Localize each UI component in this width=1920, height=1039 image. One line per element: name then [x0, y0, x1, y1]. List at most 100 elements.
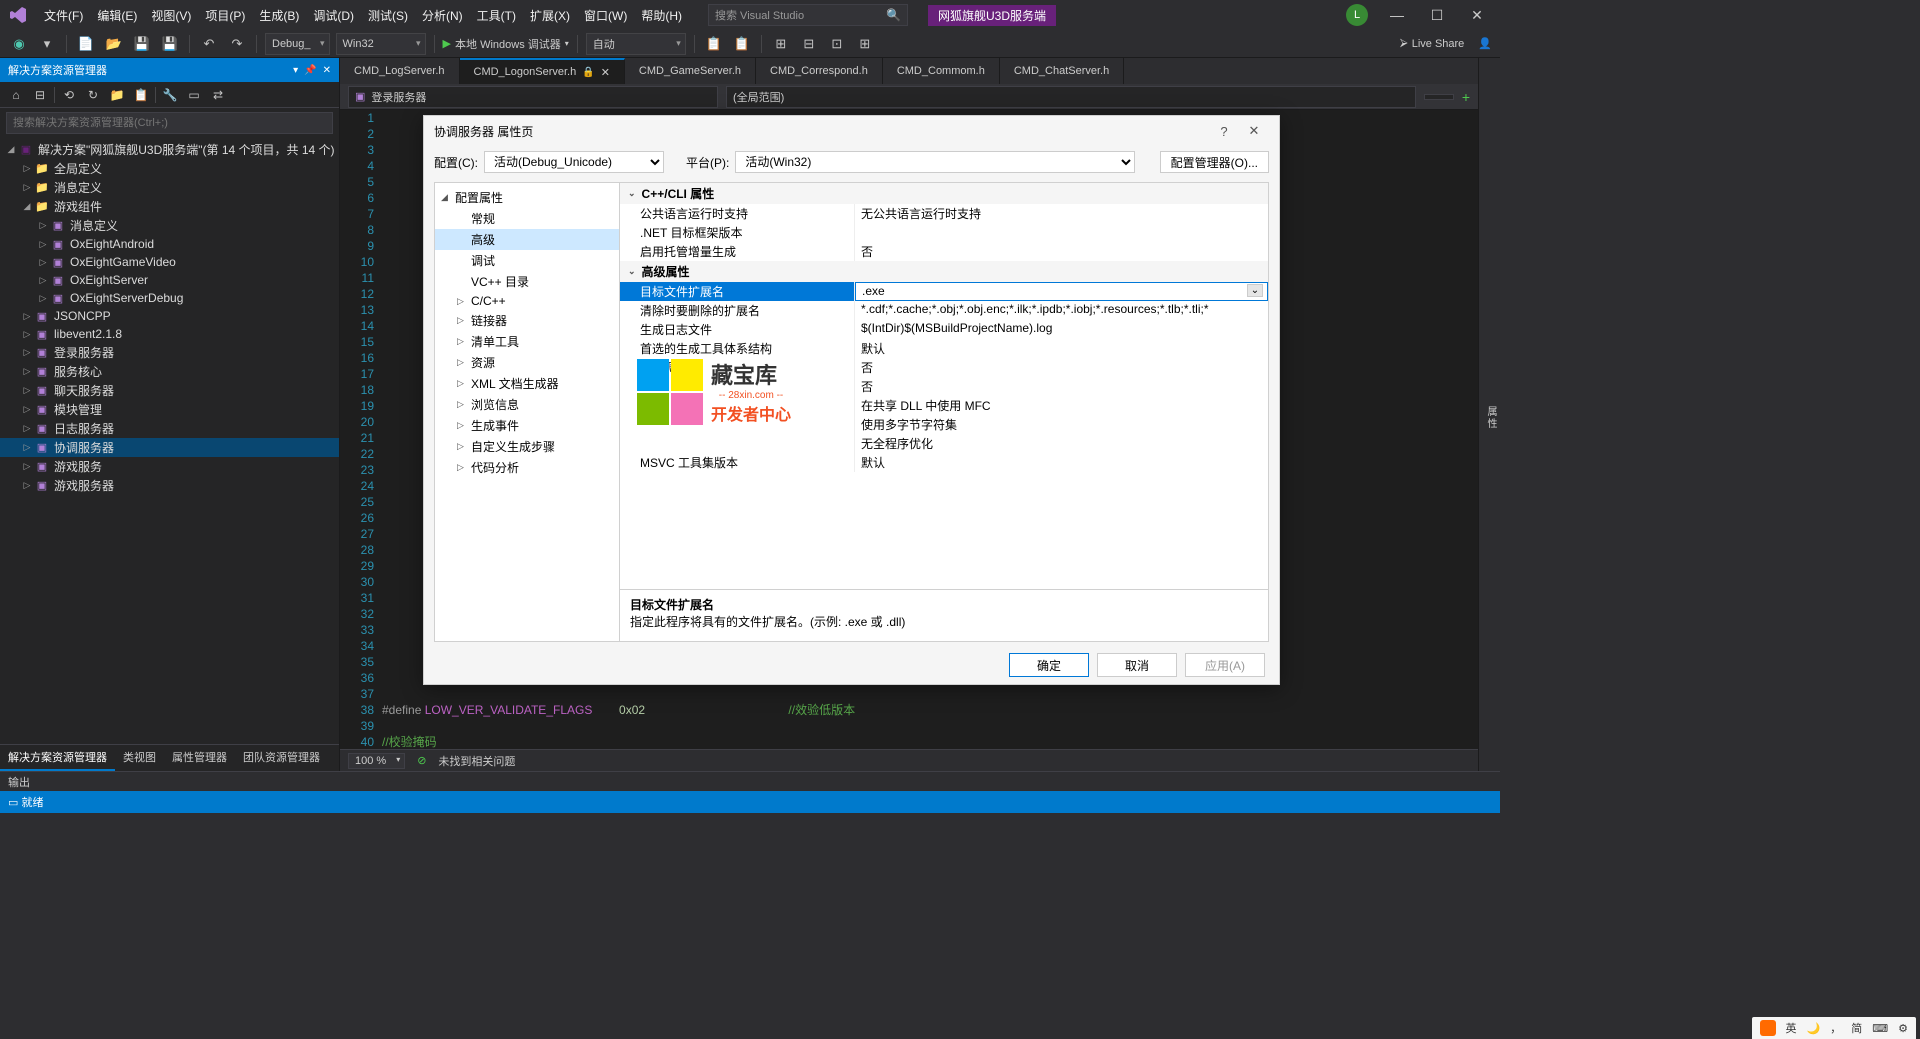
- grid-row[interactable]: 生成日志文件$(IntDir)$(MSBuildProjectName).log: [620, 320, 1268, 339]
- dlg-tree-item[interactable]: ▷XML 文档生成器: [435, 373, 619, 394]
- maximize-button[interactable]: ☐: [1422, 7, 1452, 24]
- tab-team-explorer[interactable]: 团队资源管理器: [235, 745, 328, 771]
- tree-item[interactable]: ▷▣OxEightGameVideo: [0, 253, 339, 271]
- grid-row[interactable]: 清除时要删除的扩展名*.cdf;*.cache;*.obj;*.obj.enc;…: [620, 301, 1268, 320]
- save-all-icon[interactable]: 💾: [159, 33, 181, 55]
- dlg-tree-item[interactable]: 常规: [435, 208, 619, 229]
- ok-button[interactable]: 确定: [1009, 653, 1089, 677]
- showall-icon[interactable]: 📁: [107, 85, 127, 105]
- grid-row[interactable]: 无全程序优化: [620, 434, 1268, 453]
- tree-item[interactable]: ▷▣模块管理: [0, 400, 339, 419]
- ime-simp[interactable]: 简: [1851, 1020, 1862, 1036]
- menu-file[interactable]: 文件(F): [38, 3, 89, 28]
- new-icon[interactable]: 📄: [75, 33, 97, 55]
- wrench-icon[interactable]: 🔧: [160, 85, 180, 105]
- editor-tab[interactable]: CMD_GameServer.h: [625, 58, 756, 84]
- menu-build[interactable]: 生成(B): [253, 3, 305, 28]
- tree-item[interactable]: ▷▣OxEightServerDebug: [0, 289, 339, 307]
- dlg-tree-item[interactable]: ▷自定义生成步骤: [435, 436, 619, 457]
- dlg-tree-item[interactable]: ▷代码分析: [435, 457, 619, 478]
- project-breadcrumb[interactable]: ▣登录服务器: [348, 86, 718, 108]
- menu-project[interactable]: 项目(P): [199, 3, 251, 28]
- tree-item[interactable]: ▷📁全局定义: [0, 159, 339, 178]
- tree-item[interactable]: ▷▣游戏服务: [0, 457, 339, 476]
- dlg-tree-item[interactable]: ▷链接器: [435, 310, 619, 331]
- home-icon[interactable]: ⌂: [6, 85, 26, 105]
- menu-edit[interactable]: 编辑(E): [91, 3, 143, 28]
- editor-tab[interactable]: CMD_LogServer.h: [340, 58, 460, 84]
- preview-icon[interactable]: ▭: [184, 85, 204, 105]
- editor-tab[interactable]: CMD_ChatServer.h: [1000, 58, 1124, 84]
- tree-item[interactable]: ▷📁消息定义: [0, 178, 339, 197]
- dlg-tree-item[interactable]: ◢配置属性: [435, 187, 619, 208]
- auto-combo[interactable]: 自动: [586, 33, 686, 55]
- panel-pin-icon[interactable]: 📌: [304, 65, 316, 76]
- menu-analyze[interactable]: 分析(N): [416, 3, 469, 28]
- dlg-tree-item[interactable]: 高级: [435, 229, 619, 250]
- menu-window[interactable]: 窗口(W): [578, 3, 633, 28]
- cancel-button[interactable]: 取消: [1097, 653, 1177, 677]
- menu-debug[interactable]: 调试(D): [307, 3, 360, 28]
- grid-row[interactable]: 首选的生成工具体系结构默认: [620, 339, 1268, 358]
- menu-tools[interactable]: 工具(T): [471, 3, 522, 28]
- redo-icon[interactable]: ↷: [226, 33, 248, 55]
- editor-tab[interactable]: CMD_LogonServer.h🔒✕: [460, 58, 625, 84]
- close-button[interactable]: ✕: [1462, 7, 1492, 24]
- apply-button[interactable]: 应用(A): [1185, 653, 1265, 677]
- tree-item[interactable]: ◢📁游戏组件: [0, 197, 339, 216]
- dlg-tree-item[interactable]: ▷生成事件: [435, 415, 619, 436]
- dlg-tree-item[interactable]: ▷清单工具: [435, 331, 619, 352]
- nav-fwd-icon[interactable]: ▾: [36, 33, 58, 55]
- search-visual-studio[interactable]: 搜索 Visual Studio 🔍: [708, 4, 908, 26]
- config-combo[interactable]: Debug_: [265, 33, 330, 55]
- menu-help[interactable]: 帮助(H): [635, 3, 688, 28]
- tb-icon-6[interactable]: ⊞: [854, 33, 876, 55]
- tb-icon-2[interactable]: 📋: [731, 33, 753, 55]
- scope-breadcrumb[interactable]: (全局范围): [726, 86, 1416, 108]
- ime-settings-icon[interactable]: ⚙: [1898, 1022, 1908, 1035]
- start-debug-button[interactable]: ▶ 本地 Windows 调试器 ▾: [443, 36, 569, 52]
- dlg-tree-item[interactable]: ▷浏览信息: [435, 394, 619, 415]
- editor-tab[interactable]: CMD_Commom.h: [883, 58, 1000, 84]
- tree-item[interactable]: ▷▣登录服务器: [0, 343, 339, 362]
- tab-class-view[interactable]: 类视图: [115, 745, 164, 771]
- menu-extensions[interactable]: 扩展(X): [524, 3, 576, 28]
- menu-test[interactable]: 测试(S): [362, 3, 414, 28]
- solution-root[interactable]: ◢▣ 解决方案"网狐旗舰U3D服务端"(第 14 个项目，共 14 个): [0, 140, 339, 159]
- tab-property-manager[interactable]: 属性管理器: [164, 745, 235, 771]
- editor-tab[interactable]: CMD_Correspond.h: [756, 58, 883, 84]
- add-icon[interactable]: +: [1462, 89, 1470, 105]
- tree-item[interactable]: ▷▣聊天服务器: [0, 381, 339, 400]
- ime-app-icon[interactable]: [1760, 1020, 1776, 1036]
- grid-group[interactable]: ⌄高级属性: [620, 261, 1268, 282]
- tree-item[interactable]: ▷▣服务核心: [0, 362, 339, 381]
- grid-group[interactable]: ⌄C++/CLI 属性: [620, 183, 1268, 204]
- grid-row[interactable]: 启用托管增量生成否: [620, 242, 1268, 261]
- platform-combo[interactable]: 活动(Win32): [735, 151, 1135, 173]
- minimize-button[interactable]: —: [1382, 7, 1412, 24]
- sync-icon[interactable]: ⟲: [59, 85, 79, 105]
- zoom-combo[interactable]: 100 %: [348, 753, 405, 769]
- dlg-tree-item[interactable]: VC++ 目录: [435, 271, 619, 292]
- tb-icon-5[interactable]: ⊡: [826, 33, 848, 55]
- tab-solution-explorer[interactable]: 解决方案资源管理器: [0, 745, 115, 771]
- dialog-help-button[interactable]: ?: [1209, 124, 1239, 139]
- tab-close-icon[interactable]: ✕: [601, 66, 610, 79]
- ime-keyboard-icon[interactable]: ⌨: [1872, 1022, 1888, 1035]
- properties-icon[interactable]: 📋: [131, 85, 151, 105]
- member-breadcrumb[interactable]: [1424, 94, 1454, 100]
- tree-item[interactable]: ▷▣游戏服务器: [0, 476, 339, 495]
- panel-close-icon[interactable]: ✕: [323, 65, 331, 76]
- menu-view[interactable]: 视图(V): [145, 3, 197, 28]
- undo-icon[interactable]: ↶: [198, 33, 220, 55]
- platform-combo[interactable]: Win32: [336, 33, 426, 55]
- open-icon[interactable]: 📂: [103, 33, 125, 55]
- refresh-icon[interactable]: ↻: [83, 85, 103, 105]
- output-panel-header[interactable]: 输出: [0, 771, 1500, 791]
- config-combo[interactable]: 活动(Debug_Unicode): [484, 151, 664, 173]
- tb-icon-3[interactable]: ⊞: [770, 33, 792, 55]
- tree-item[interactable]: ▷▣JSONCPP: [0, 307, 339, 325]
- grid-row[interactable]: MSVC 工具集版本默认: [620, 453, 1268, 472]
- rtool-properties[interactable]: 属性: [1481, 400, 1500, 436]
- tree-item[interactable]: ▷▣OxEightServer: [0, 271, 339, 289]
